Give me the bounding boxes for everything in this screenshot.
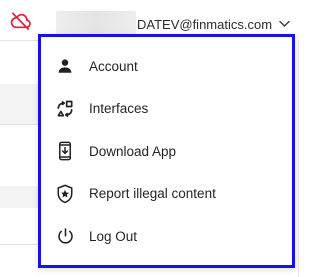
cloud-off-icon[interactable]: [8, 10, 34, 32]
menu-item-interfaces[interactable]: Interfaces: [41, 88, 292, 131]
menu-item-report-illegal-content[interactable]: Report illegal content: [41, 173, 292, 216]
background-divider: [0, 124, 40, 125]
background-divider: [0, 40, 40, 41]
menu-item-log-out[interactable]: Log Out: [41, 215, 292, 258]
chevron-down-icon: [278, 18, 290, 30]
account-menu-trigger[interactable]: DATEV@finmatics.com: [137, 13, 290, 35]
account-menu-list: Account Interfaces Download App Report i…: [41, 37, 292, 258]
top-bar: DATEV@finmatics.com: [0, 0, 308, 36]
phone-download-icon: [54, 140, 76, 162]
menu-item-account[interactable]: Account: [41, 45, 292, 88]
background-panel: [0, 84, 40, 124]
account-dropdown-menu: Account Interfaces Download App Report i…: [38, 34, 295, 268]
menu-item-label: Interfaces: [89, 101, 149, 117]
redacted-header-content: [56, 11, 136, 35]
menu-item-label: Report illegal content: [89, 186, 216, 202]
background-panel: [0, 186, 40, 208]
menu-item-download-app[interactable]: Download App: [41, 130, 292, 173]
person-icon: [54, 55, 76, 77]
menu-item-label: Account: [89, 58, 138, 74]
background-divider: [298, 40, 299, 277]
power-icon: [54, 225, 76, 247]
menu-item-label: Download App: [89, 143, 177, 159]
menu-item-label: Log Out: [89, 228, 138, 244]
shield-star-icon: [54, 183, 76, 205]
account-email: DATEV@finmatics.com: [137, 16, 273, 32]
app-page: DATEV@finmatics.com Account Interfaces D…: [0, 0, 308, 277]
background-divider: [0, 244, 40, 245]
interfaces-icon: [54, 98, 76, 120]
